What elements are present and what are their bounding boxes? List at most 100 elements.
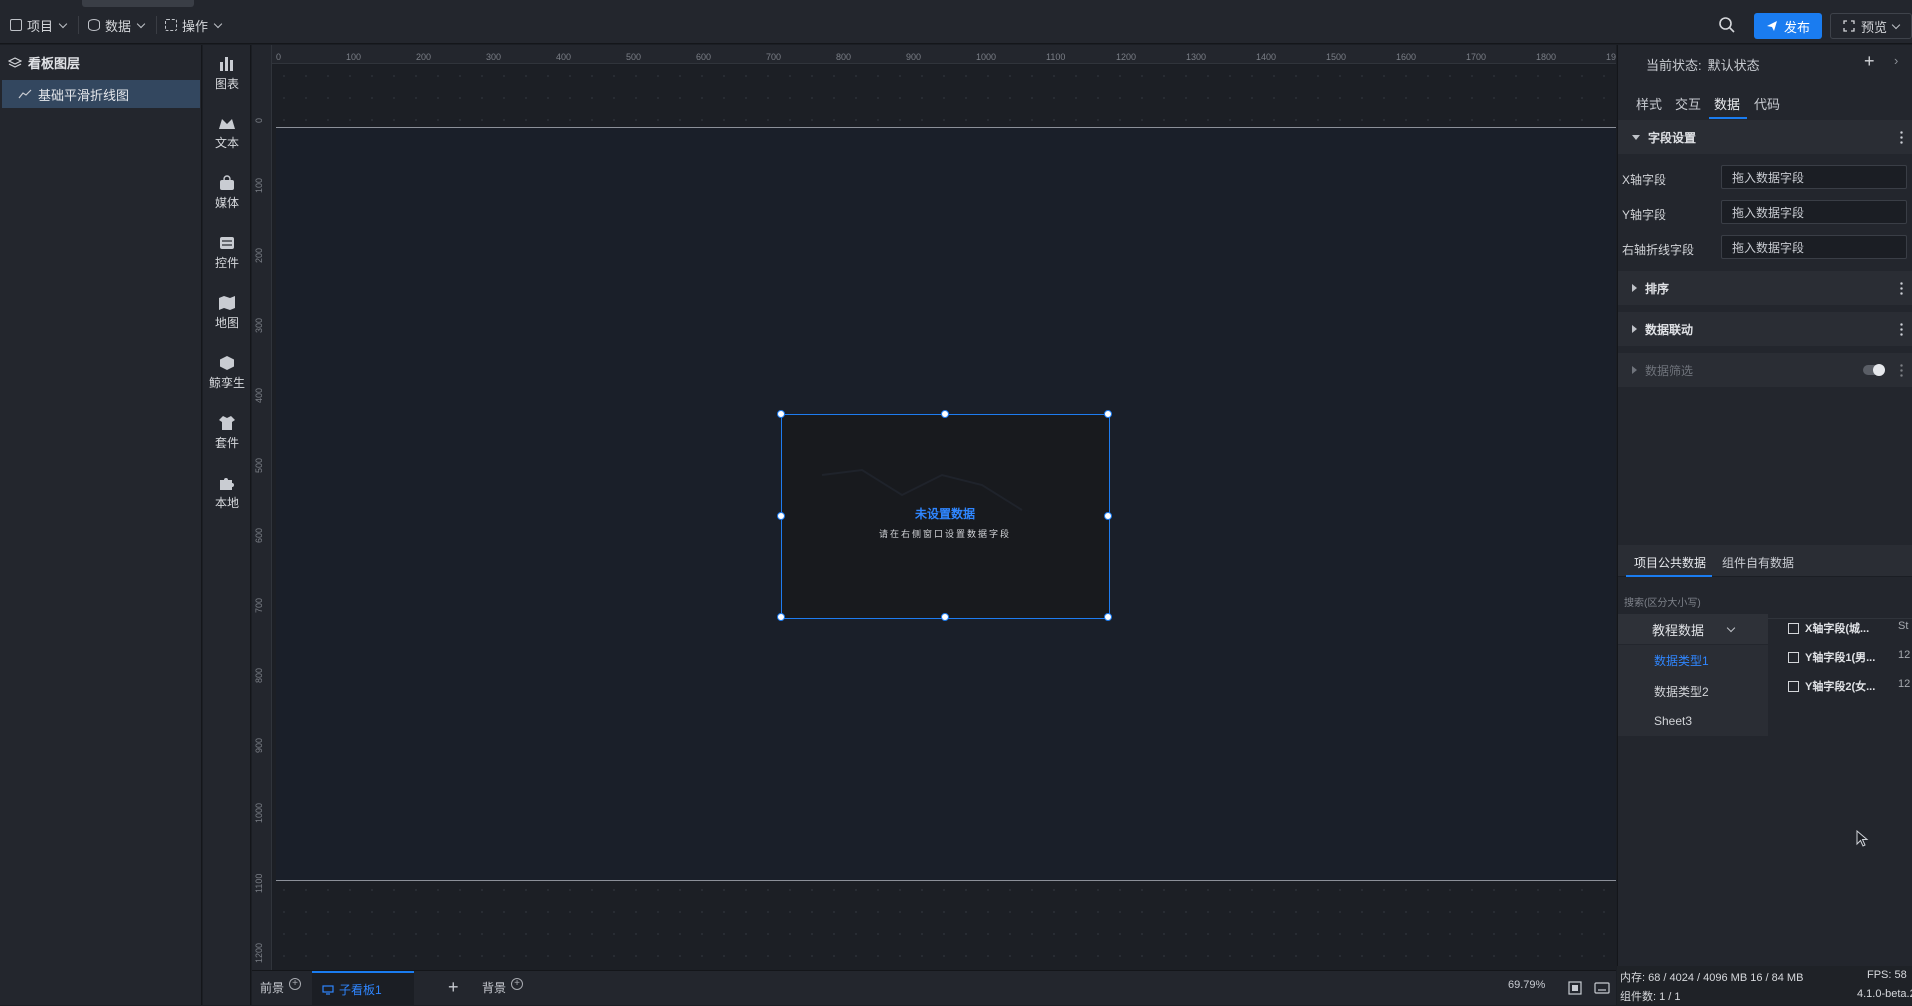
- state-value[interactable]: 默认状态: [1708, 55, 1760, 74]
- component-local[interactable]: 本地: [203, 467, 251, 519]
- tab-interaction[interactable]: 交互: [1675, 94, 1701, 113]
- ruler-tick-label: 800: [836, 52, 852, 62]
- menu-operation-label: 操作: [182, 18, 209, 34]
- tab-foreground[interactable]: 前景 +: [260, 977, 302, 996]
- preview-label: 预览: [1860, 19, 1887, 35]
- section-data-filter[interactable]: 数据筛选: [1618, 353, 1912, 387]
- menu-operation[interactable]: 操作: [165, 14, 223, 36]
- section-field-settings-title: 字段设置: [1648, 130, 1697, 145]
- dataset-item[interactable]: 数据类型1: [1654, 652, 1709, 669]
- preview-button[interactable]: 预览: [1830, 13, 1912, 39]
- component-toolbar: 图表 文本 媒体 控件 地图 鲸孪生 套件 本地: [203, 45, 251, 1005]
- search-icon[interactable]: [1718, 16, 1736, 34]
- more-icon[interactable]: [1900, 322, 1903, 336]
- property-panel: 当前状态: 默认状态 + › 样式 交互 数据 代码 字段设置 X轴字段 拖入数…: [1617, 45, 1912, 1005]
- menu-data-label: 数据: [105, 18, 132, 34]
- section-data-link-title: 数据联动: [1645, 322, 1694, 337]
- dataset-group[interactable]: 教程数据: [1618, 614, 1768, 644]
- checkbox-icon[interactable]: [1788, 651, 1799, 663]
- bar-chart-icon: [220, 57, 233, 71]
- component-suite[interactable]: 套件: [203, 407, 251, 459]
- no-data-hint: 请在右侧窗口设置数据字段: [878, 529, 1011, 539]
- ruler-tick-label: 1900: [1606, 52, 1616, 62]
- add-circle-icon[interactable]: +: [289, 977, 302, 990]
- menu-data[interactable]: 数据: [88, 14, 146, 36]
- component-chart[interactable]: 图表: [203, 47, 251, 99]
- resize-handle-w[interactable]: [777, 512, 785, 520]
- column-item[interactable]: Y轴字段2(女...: [1788, 678, 1875, 694]
- resize-handle-e[interactable]: [1104, 512, 1112, 520]
- more-icon[interactable]: [1900, 363, 1903, 377]
- y-field-input[interactable]: 拖入数据字段: [1721, 200, 1907, 224]
- component-map[interactable]: 地图: [203, 287, 251, 339]
- component-text[interactable]: 文本: [203, 107, 251, 159]
- add-state-icon[interactable]: +: [1864, 51, 1875, 72]
- tab-subboard-label: 子看板1: [339, 983, 382, 997]
- column-type: St: [1898, 620, 1909, 632]
- more-icon[interactable]: [1900, 130, 1903, 144]
- publish-button[interactable]: 发布: [1754, 13, 1822, 39]
- resize-handle-se[interactable]: [1104, 613, 1112, 621]
- ruler-tick-label: 1400: [1256, 52, 1277, 62]
- chevron-down-icon: [136, 19, 146, 28]
- fit-screen-icon[interactable]: [1568, 981, 1582, 995]
- ruler-tick-label: 1000: [254, 802, 264, 823]
- ruler-tick-label: 100: [254, 177, 264, 193]
- chevron-right-icon[interactable]: ›: [1894, 53, 1898, 68]
- section-field-settings[interactable]: 字段设置: [1618, 120, 1912, 154]
- memory-usage: 内存: 68 / 4024 / 4096 MB 16 / 84 MB: [1620, 972, 1804, 984]
- resize-handle-nw[interactable]: [777, 410, 785, 418]
- resize-handle-s[interactable]: [941, 613, 949, 621]
- add-circle-icon[interactable]: +: [511, 977, 524, 990]
- add-tab-button[interactable]: +: [448, 977, 459, 998]
- chevron-down-icon[interactable]: [1891, 20, 1901, 29]
- right-axis-field-input[interactable]: 拖入数据字段: [1721, 235, 1907, 259]
- ruler-tick-label: 1500: [1326, 52, 1347, 62]
- resize-handle-ne[interactable]: [1104, 410, 1112, 418]
- tab-code[interactable]: 代码: [1754, 94, 1780, 113]
- resize-handle-sw[interactable]: [777, 613, 785, 621]
- dataset-item[interactable]: 数据类型2: [1654, 683, 1709, 700]
- column-item[interactable]: X轴字段(城...: [1788, 620, 1869, 636]
- ruler-tick-label: 200: [416, 52, 432, 62]
- layer-item[interactable]: 基础平滑折线图: [2, 80, 200, 108]
- column-label: Y轴字段1(男...: [1805, 652, 1876, 664]
- tab-public-data[interactable]: 项目公共数据: [1634, 554, 1706, 571]
- ruler-vertical: 0 100 200 300 400 500 600 700 800 900 1000 1100 1200: [252, 45, 272, 970]
- tab-background[interactable]: 背景 +: [482, 977, 524, 996]
- column-list: X轴字段(城... St Y轴字段1(男... 12 Y轴字段2(女... 12: [1788, 620, 1912, 710]
- send-icon: [1766, 21, 1777, 31]
- zoom-level[interactable]: 69.79%: [1508, 979, 1545, 991]
- section-data-link[interactable]: 数据联动: [1618, 312, 1912, 346]
- caret-down-icon: [1632, 134, 1640, 140]
- section-sort[interactable]: 排序: [1618, 271, 1912, 305]
- menu-project[interactable]: 项目: [10, 14, 68, 36]
- component-media[interactable]: 媒体: [203, 167, 251, 219]
- keyboard-icon[interactable]: [1594, 982, 1610, 994]
- state-indicator: 当前状态: 默认状态: [1646, 55, 1760, 74]
- data-tab-indicator: [1626, 575, 1712, 577]
- chart-widget[interactable]: 未设置数据 请在右侧窗口设置数据字段: [777, 410, 1112, 621]
- component-twin[interactable]: 鲸孪生: [203, 347, 251, 399]
- cube-icon: [220, 356, 234, 370]
- tab-data[interactable]: 数据: [1714, 94, 1740, 113]
- checkbox-icon[interactable]: [1788, 622, 1799, 634]
- dataset-item[interactable]: Sheet3: [1654, 714, 1692, 728]
- menu-project-label: 项目: [27, 18, 54, 34]
- active-tab-indicator: [1709, 117, 1747, 119]
- resize-handle-n[interactable]: [941, 410, 949, 418]
- component-count: 组件数: 1 / 1: [1620, 991, 1681, 1003]
- tab-own-data[interactable]: 组件自有数据: [1722, 554, 1794, 571]
- x-field-input[interactable]: 拖入数据字段: [1721, 165, 1907, 189]
- more-icon[interactable]: [1900, 281, 1903, 295]
- tab-style[interactable]: 样式: [1636, 94, 1662, 113]
- component-control[interactable]: 控件: [203, 227, 251, 279]
- column-label: X轴字段(城...: [1805, 623, 1870, 635]
- filter-toggle[interactable]: [1863, 364, 1885, 376]
- tab-subboard[interactable]: 子看板1: [312, 971, 414, 1006]
- checkbox-icon[interactable]: [1788, 680, 1799, 692]
- dataset-group-label: 教程数据: [1651, 622, 1704, 638]
- caret-right-icon: [1632, 325, 1637, 333]
- column-item[interactable]: Y轴字段1(男...: [1788, 649, 1875, 665]
- tab-foreground-label: 前景: [260, 981, 285, 995]
